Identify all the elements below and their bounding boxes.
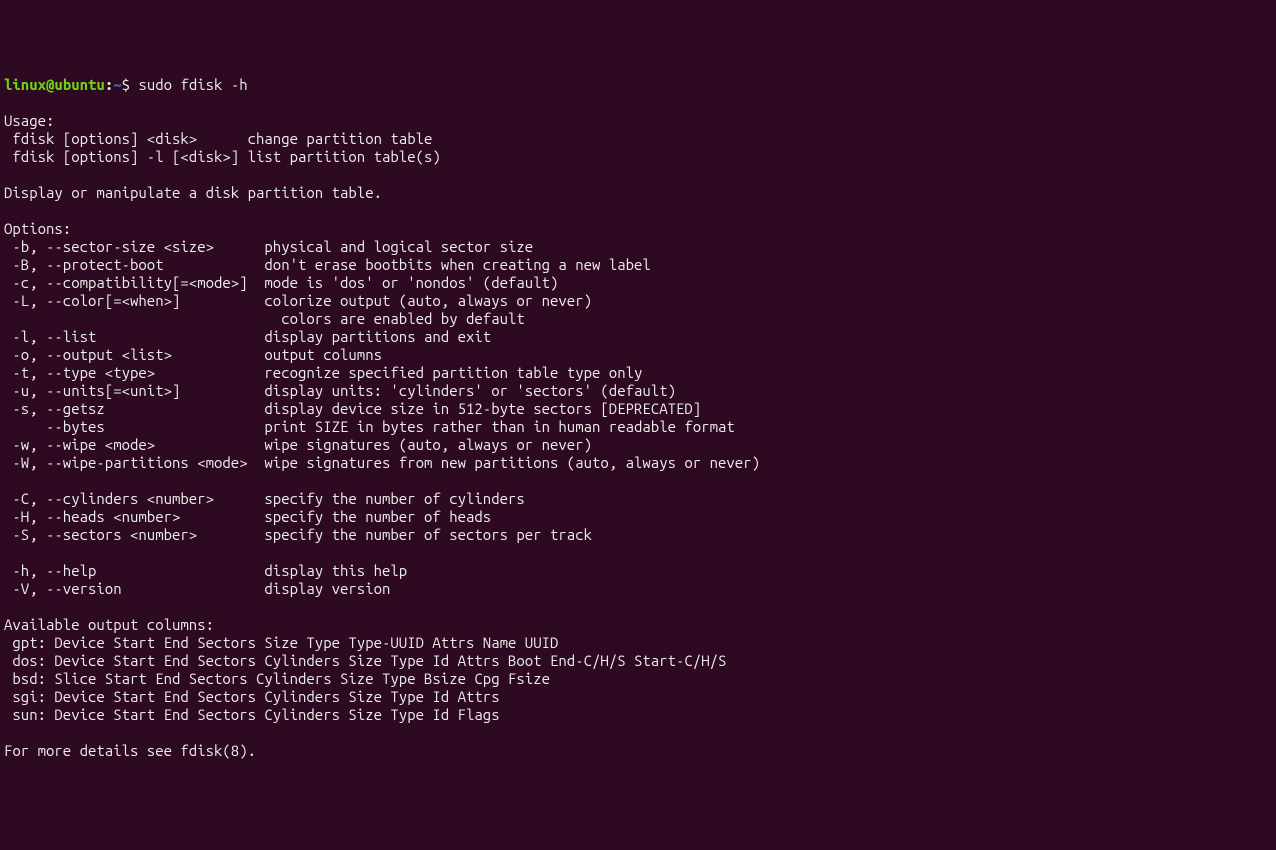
- prompt: linux@ubuntu:~$: [4, 76, 138, 93]
- usage-header: Usage:: [4, 112, 54, 129]
- columns-line: sun: Device Start End Sectors Cylinders …: [4, 706, 500, 723]
- option-line: -t, --type <type> recognize specified pa…: [4, 364, 642, 381]
- option-line: -B, --protect-boot don't erase bootbits …: [4, 256, 651, 273]
- prompt-colon: :: [105, 76, 113, 93]
- option-line: -b, --sector-size <size> physical and lo…: [4, 238, 533, 255]
- columns-line: bsd: Slice Start End Sectors Cylinders S…: [4, 670, 550, 687]
- footer-line: For more details see fdisk(8).: [4, 742, 256, 759]
- columns-line: dos: Device Start End Sectors Cylinders …: [4, 652, 726, 669]
- option-line: --bytes print SIZE in bytes rather than …: [4, 418, 735, 435]
- option-line: -u, --units[=<unit>] display units: 'cyl…: [4, 382, 676, 399]
- option-line: -S, --sectors <number> specify the numbe…: [4, 526, 592, 543]
- option-line: -l, --list display partitions and exit: [4, 328, 491, 345]
- columns-line: gpt: Device Start End Sectors Size Type …: [4, 634, 558, 651]
- prompt-host: ubuntu: [54, 76, 104, 93]
- command-text: sudo fdisk -h: [138, 76, 247, 93]
- option-line: -C, --cylinders <number> specify the num…: [4, 490, 525, 507]
- option-line: -W, --wipe-partitions <mode> wipe signat…: [4, 454, 760, 471]
- option-line: -L, --color[=<when>] colorize output (au…: [4, 292, 592, 309]
- prompt-path: ~: [113, 76, 121, 93]
- prompt-user: linux: [4, 76, 46, 93]
- option-line: -o, --output <list> output columns: [4, 346, 382, 363]
- columns-line: sgi: Device Start End Sectors Cylinders …: [4, 688, 500, 705]
- option-line: -w, --wipe <mode> wipe signatures (auto,…: [4, 436, 592, 453]
- columns-header: Available output columns:: [4, 616, 214, 633]
- option-line: -h, --help display this help: [4, 562, 407, 579]
- usage-line: fdisk [options] -l [<disk>] list partiti…: [4, 148, 441, 165]
- usage-line: fdisk [options] <disk> change partition …: [4, 130, 432, 147]
- option-line: -c, --compatibility[=<mode>] mode is 'do…: [4, 274, 558, 291]
- prompt-dollar: $: [122, 76, 139, 93]
- options-header: Options:: [4, 220, 71, 237]
- option-line: colors are enabled by default: [4, 310, 525, 327]
- terminal[interactable]: linux@ubuntu:~$ sudo fdisk -h Usage: fdi…: [4, 76, 1272, 760]
- option-line: -V, --version display version: [4, 580, 390, 597]
- option-line: -s, --getsz display device size in 512-b…: [4, 400, 701, 417]
- description: Display or manipulate a disk partition t…: [4, 184, 382, 201]
- option-line: -H, --heads <number> specify the number …: [4, 508, 491, 525]
